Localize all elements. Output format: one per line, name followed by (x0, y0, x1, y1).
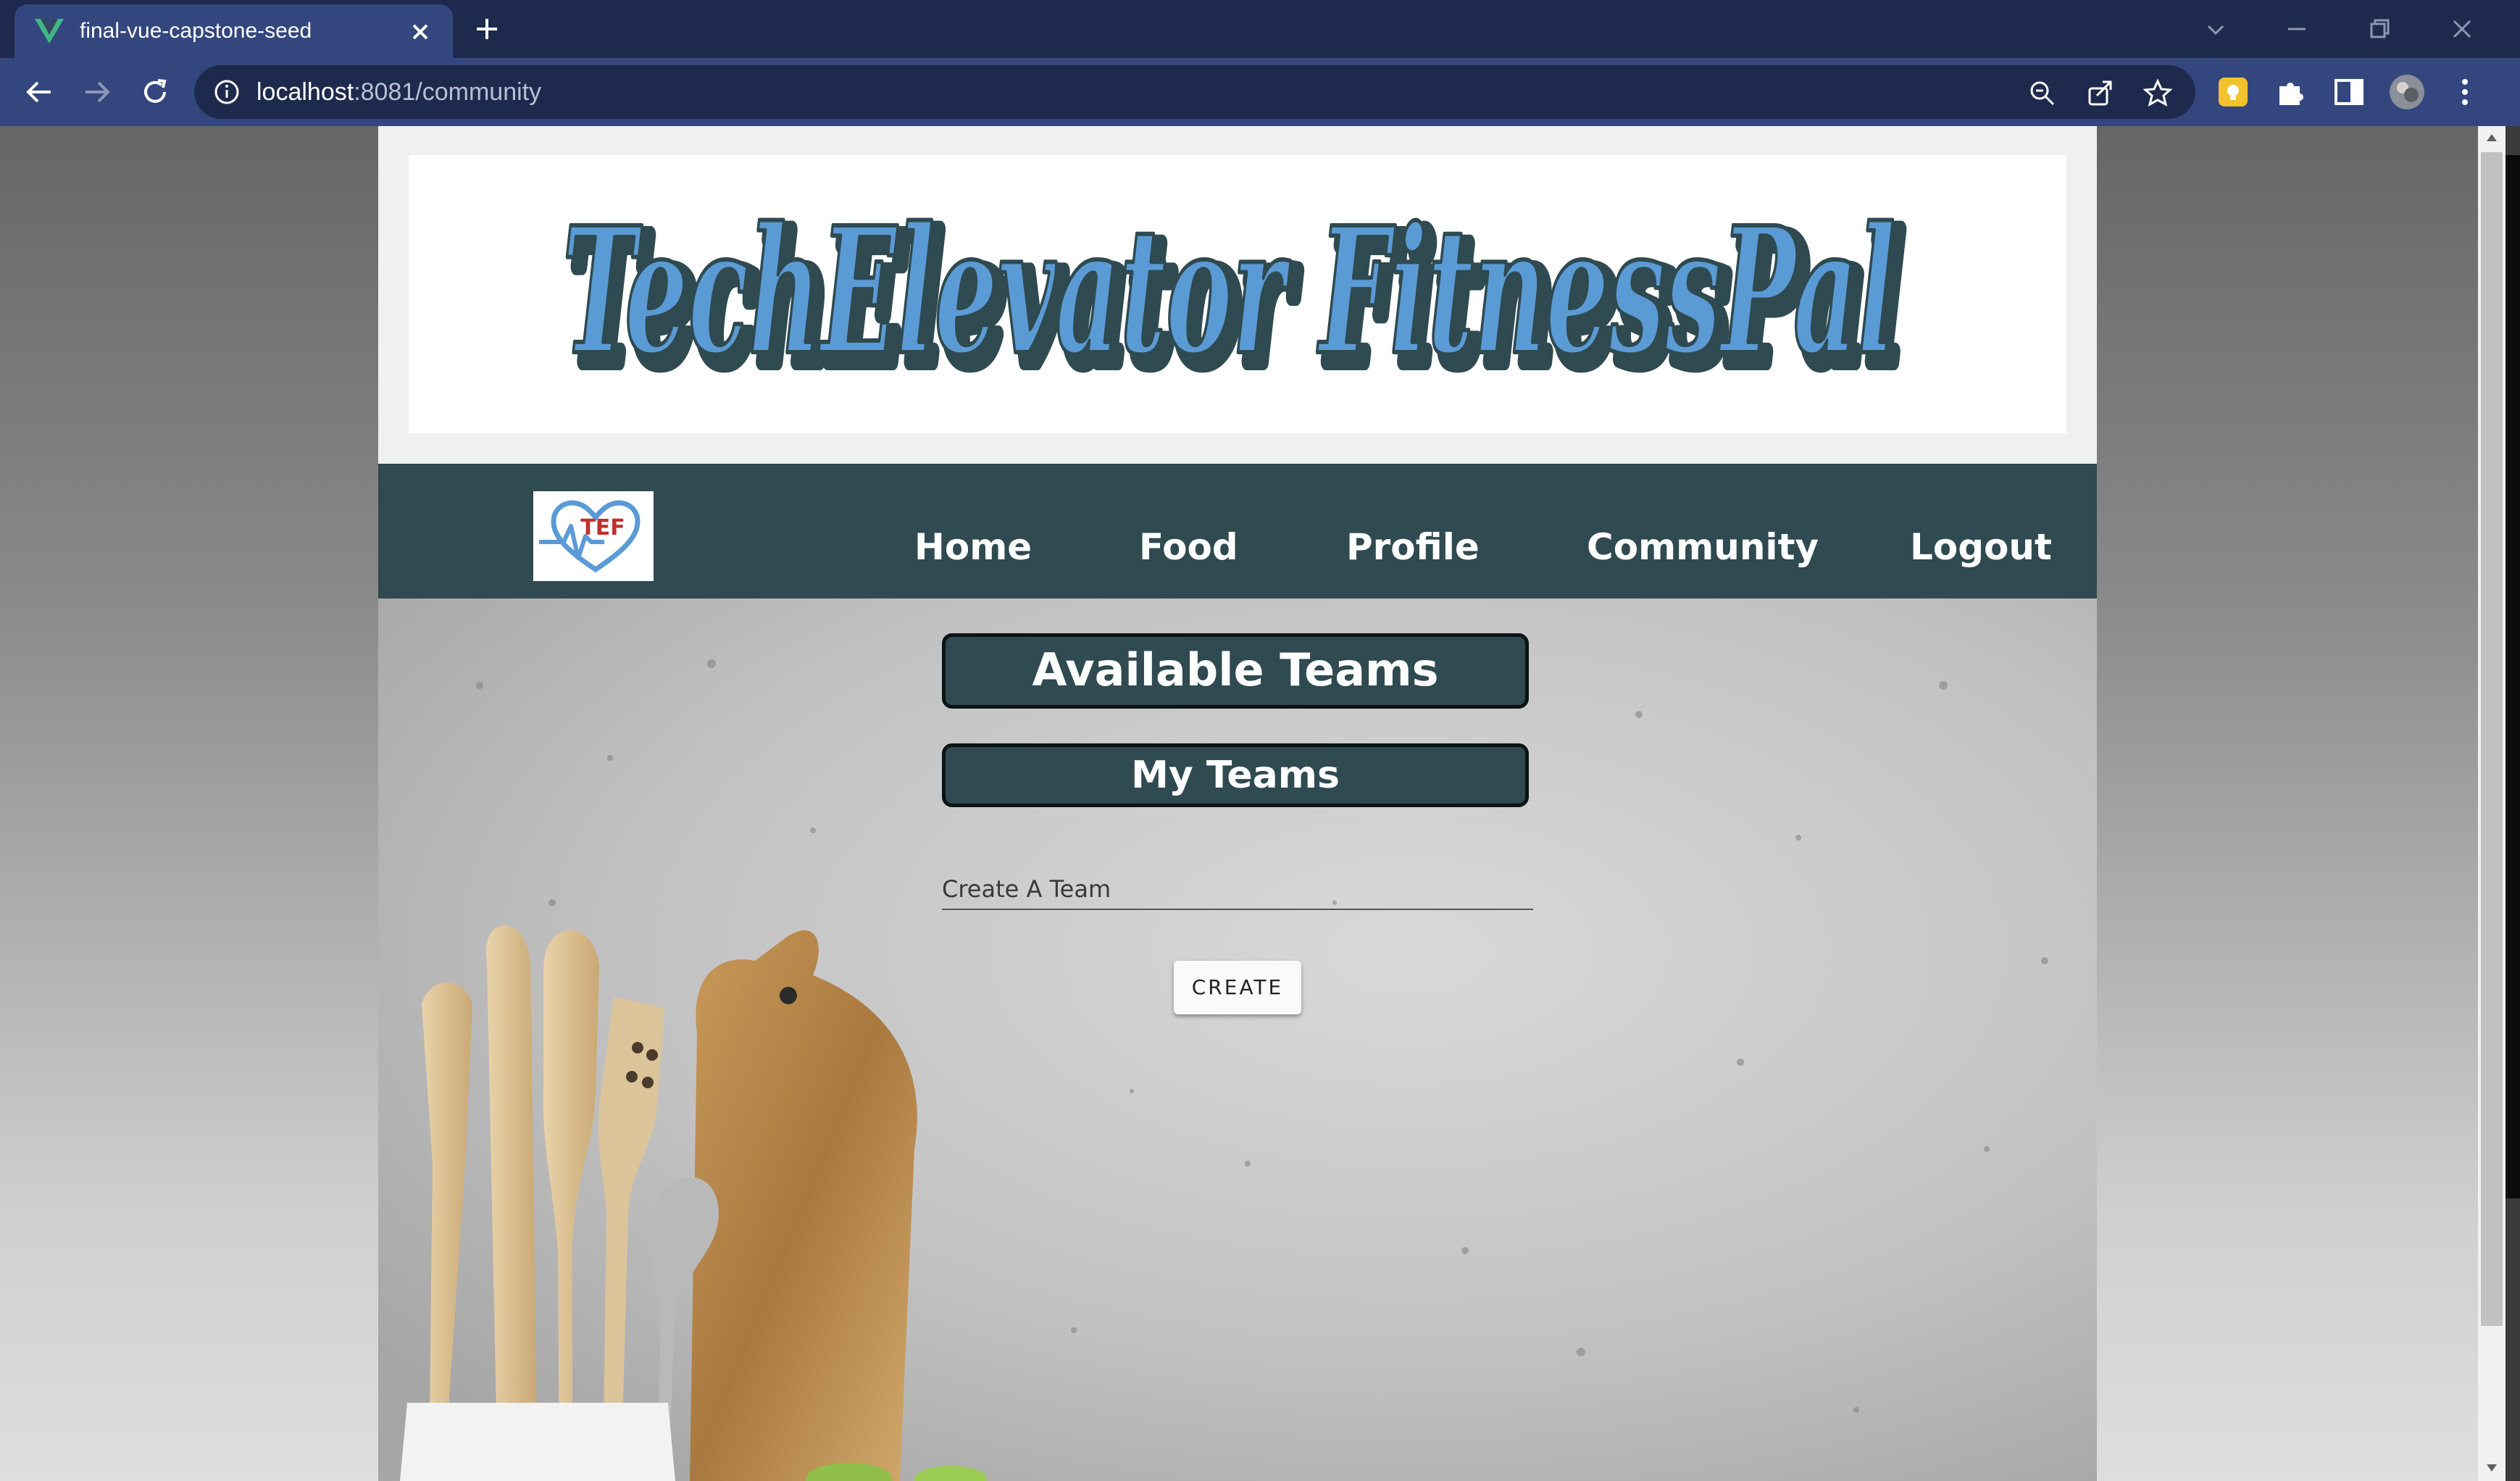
url-text: localhost:8081/community (256, 78, 541, 107)
tab-search-icon[interactable] (2195, 9, 2236, 49)
nav-community-link[interactable]: Community (1587, 526, 1819, 568)
puzzle-icon[interactable] (2272, 73, 2310, 111)
available-teams-button[interactable]: Available Teams (942, 633, 1529, 709)
new-tab-icon[interactable] (471, 13, 503, 45)
site-banner: TechElevator FitnessPal TechElevator Fit… (409, 155, 2066, 433)
nav-logout-link[interactable]: Logout (1910, 526, 2052, 568)
back-icon[interactable] (22, 75, 57, 109)
create-button[interactable]: CREATE (1174, 961, 1301, 1014)
adjacent-window-block (2506, 155, 2520, 1198)
extension-icon[interactable] (2214, 73, 2252, 111)
kitchen-background-image (378, 598, 2097, 1481)
nav-home-link[interactable]: Home (914, 526, 1032, 568)
scrollbar-thumb[interactable] (2481, 152, 2503, 1326)
profile-avatar-icon[interactable] (2388, 73, 2426, 111)
nav-logo[interactable]: TEF (533, 491, 654, 581)
app-container: TechElevator FitnessPal TechElevator Fit… (378, 126, 2097, 1481)
site-info-icon[interactable] (213, 78, 241, 106)
share-icon[interactable] (2085, 78, 2114, 107)
browser-tab-bar: final-vue-capstone-seed (0, 0, 2520, 58)
adjacent-window-edge (2506, 126, 2520, 1481)
restore-icon[interactable] (2359, 9, 2400, 49)
community-content: Available Teams My Teams Create A Team C… (378, 598, 2097, 1481)
nav-logo-text: TEF (580, 515, 625, 541)
zoom-icon[interactable] (2027, 78, 2056, 107)
forward-icon[interactable] (80, 75, 114, 109)
side-panel-icon[interactable] (2330, 73, 2368, 111)
navbar: TEF Home Food Profile Community Logout (378, 464, 2097, 598)
nav-profile-link[interactable]: Profile (1346, 526, 1480, 568)
create-team-label: Create A Team (942, 875, 1111, 903)
url-host: localhost (256, 78, 354, 106)
reload-icon[interactable] (138, 75, 172, 109)
menu-icon[interactable] (2446, 73, 2484, 111)
scroll-up-icon[interactable] (2484, 130, 2500, 146)
tab-title: final-vue-capstone-seed (80, 19, 312, 43)
url-path: :8081/community (354, 78, 542, 106)
logo-text: TechElevator FitnessPal (562, 189, 1895, 393)
close-window-icon[interactable] (2442, 9, 2482, 49)
bookmark-star-icon[interactable] (2143, 78, 2172, 107)
browser-tab[interactable]: final-vue-capstone-seed (14, 4, 453, 58)
scroll-down-icon[interactable] (2484, 1459, 2500, 1475)
heart-pulse-icon: TEF (539, 500, 641, 573)
address-bar[interactable]: localhost:8081/community (194, 65, 2195, 119)
create-team-input[interactable]: Create A Team (942, 868, 1533, 910)
browser-toolbar: localhost:8081/community (0, 58, 2520, 126)
minimize-icon[interactable] (2277, 9, 2317, 49)
scrollbar[interactable] (2478, 126, 2506, 1481)
page-viewport: TechElevator FitnessPal TechElevator Fit… (0, 126, 2478, 1481)
site-logo: TechElevator FitnessPal TechElevator Fit… (560, 187, 1913, 412)
vue-icon (35, 19, 64, 43)
my-teams-button[interactable]: My Teams (942, 743, 1529, 807)
nav-food-link[interactable]: Food (1139, 526, 1238, 568)
close-tab-icon[interactable] (406, 17, 435, 46)
